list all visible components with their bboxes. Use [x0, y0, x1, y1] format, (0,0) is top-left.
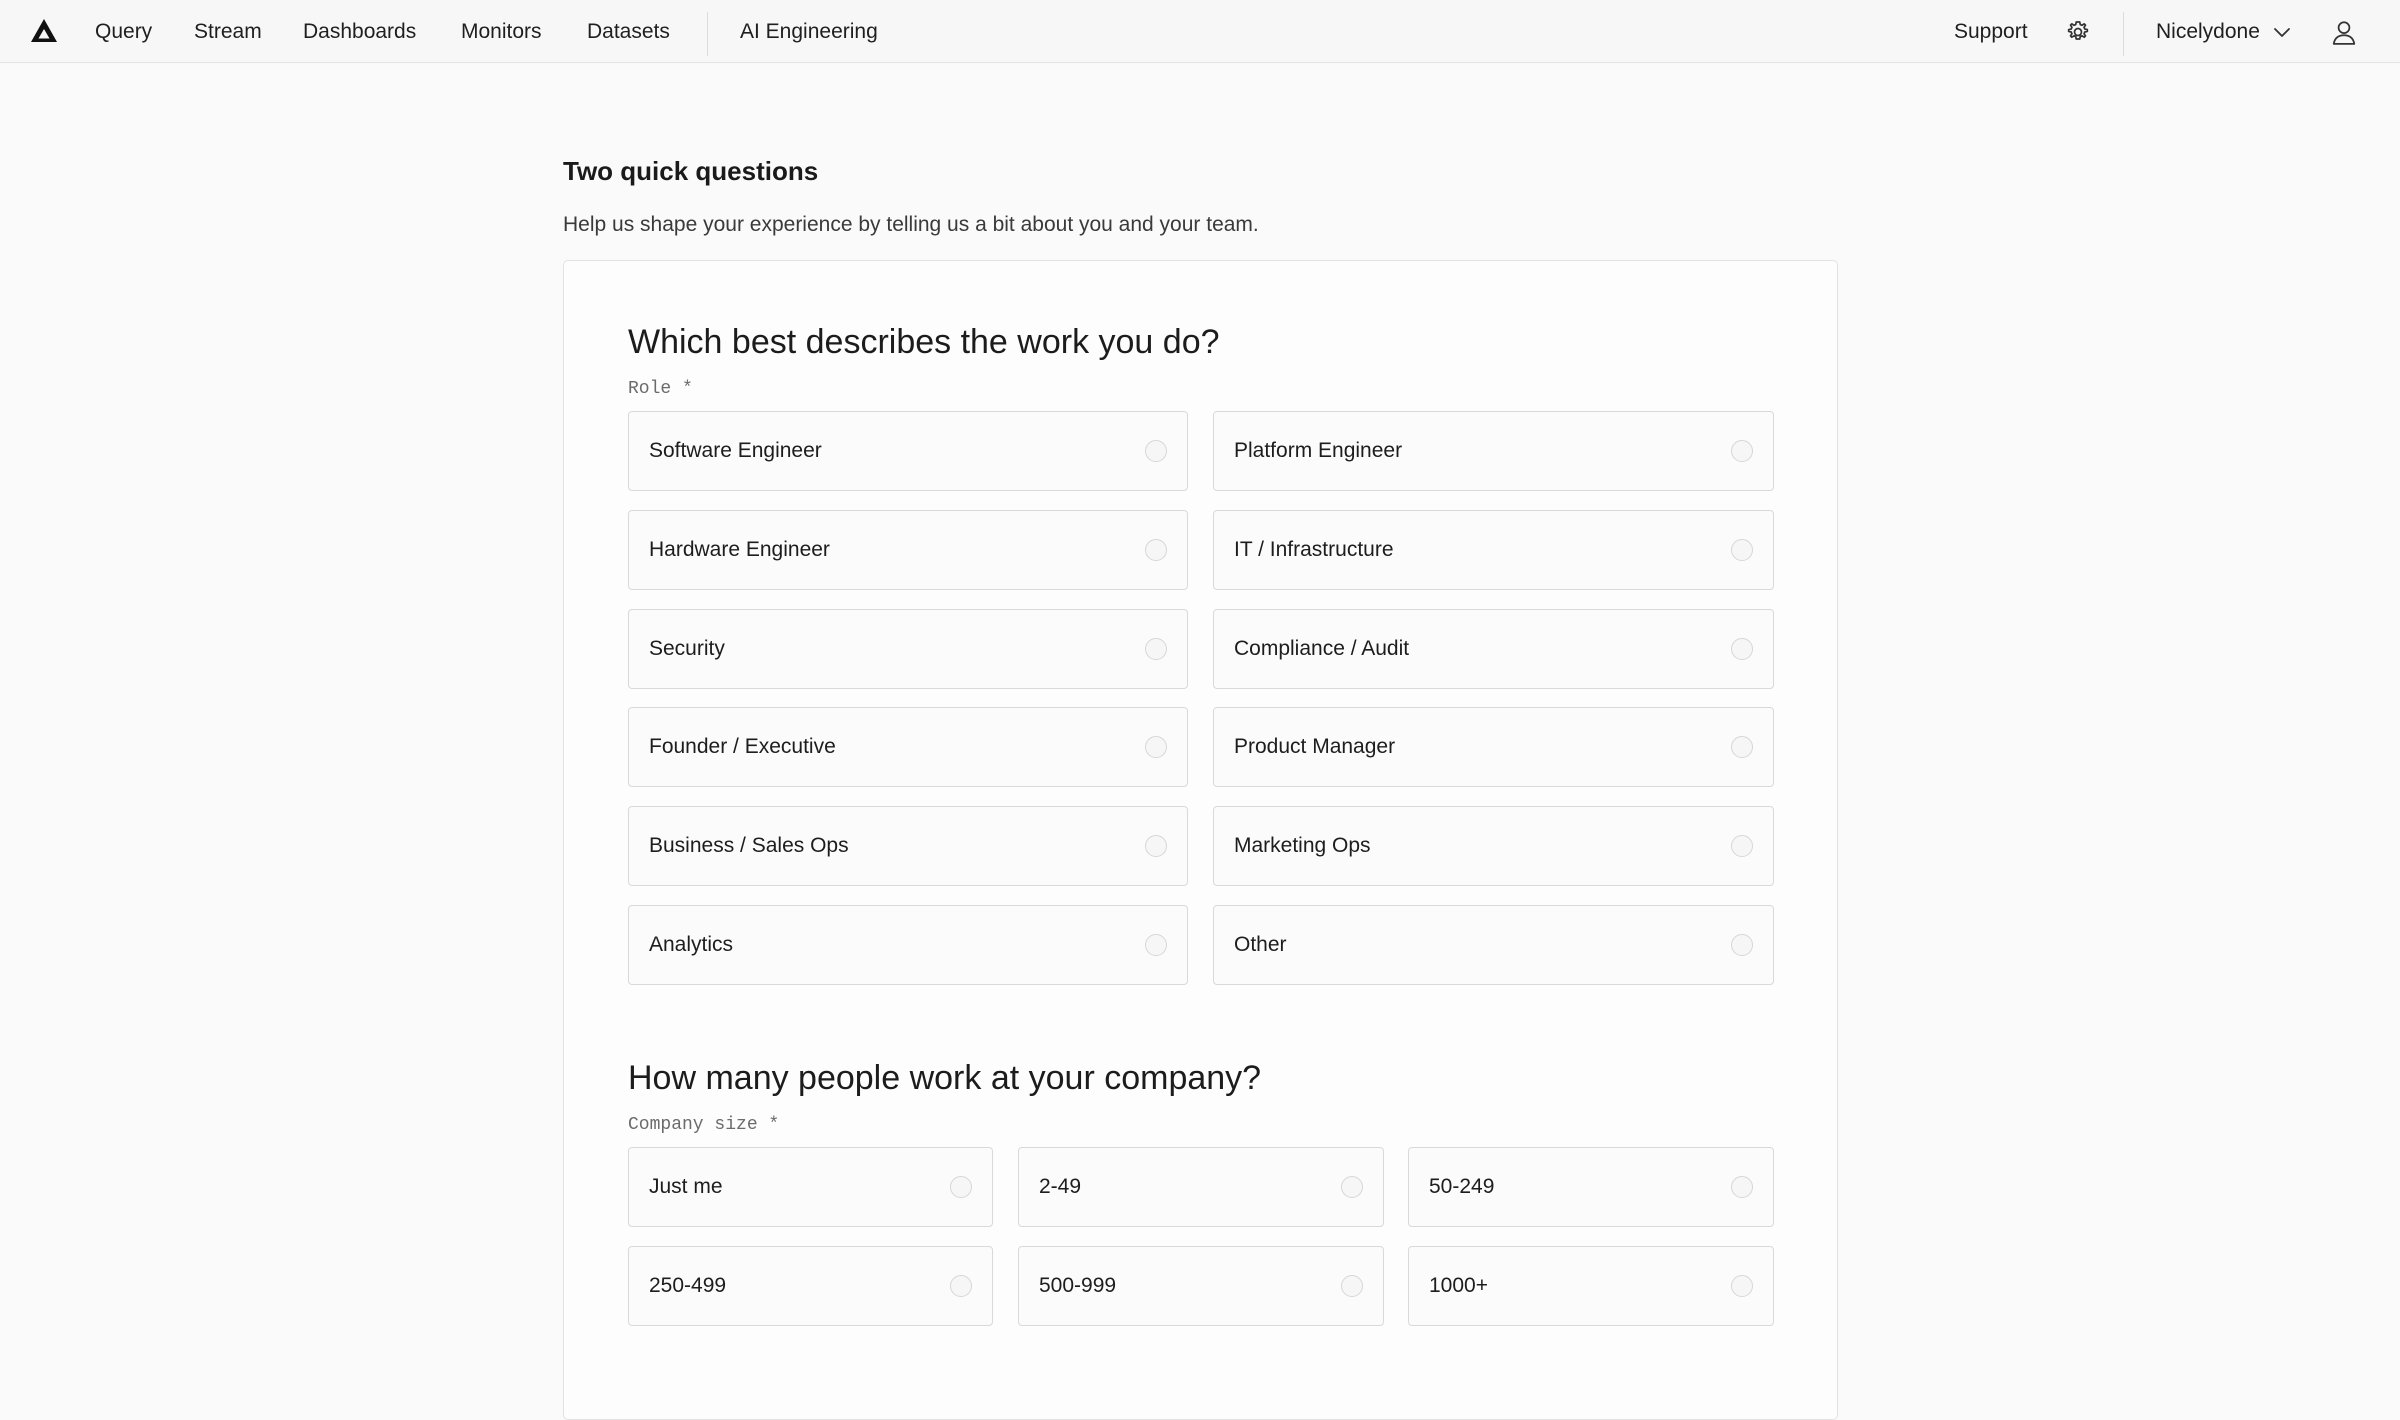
size-option-1000-plus[interactable]: 1000+ — [1408, 1246, 1774, 1326]
role-option-it-infrastructure[interactable]: IT / Infrastructure — [1213, 510, 1774, 590]
nav-query[interactable]: Query — [95, 0, 152, 63]
radio-button[interactable] — [1145, 736, 1167, 758]
logo-icon[interactable] — [30, 18, 58, 44]
option-label: Platform Engineer — [1234, 439, 1403, 462]
nav-ai-engineering[interactable]: AI Engineering — [740, 0, 878, 63]
radio-button[interactable] — [1731, 934, 1753, 956]
role-field-label: Role * — [628, 379, 693, 399]
company-size-field-label: Company size * — [628, 1115, 780, 1135]
role-option-compliance-audit[interactable]: Compliance / Audit — [1213, 609, 1774, 689]
option-label: 500-999 — [1039, 1274, 1117, 1297]
org-switcher[interactable]: Nicelydone — [2156, 0, 2260, 63]
nav-stream[interactable]: Stream — [194, 0, 262, 63]
nav-monitors[interactable]: Monitors — [461, 0, 542, 63]
radio-button[interactable] — [1145, 835, 1167, 857]
option-label: Founder / Executive — [649, 735, 836, 758]
radio-button[interactable] — [1731, 539, 1753, 561]
nav-divider — [707, 12, 708, 56]
page-title: Two quick questions — [563, 156, 819, 186]
option-label: 50-249 — [1429, 1175, 1495, 1198]
role-option-platform-engineer[interactable]: Platform Engineer — [1213, 411, 1774, 491]
nav-datasets[interactable]: Datasets — [587, 0, 670, 63]
size-option-50-249[interactable]: 50-249 — [1408, 1147, 1774, 1227]
company-size-question-title: How many people work at your company? — [628, 1059, 1262, 1097]
role-option-marketing-ops[interactable]: Marketing Ops — [1213, 806, 1774, 886]
option-label: Security — [649, 637, 725, 660]
option-label: Hardware Engineer — [649, 538, 830, 561]
role-option-founder-executive[interactable]: Founder / Executive — [628, 707, 1188, 787]
option-label: IT / Infrastructure — [1234, 538, 1394, 561]
radio-button[interactable] — [1341, 1275, 1363, 1297]
onboarding-card: Which best describes the work you do? Ro… — [563, 260, 1838, 1420]
gear-icon[interactable] — [2065, 19, 2091, 45]
size-option-just-me[interactable]: Just me — [628, 1147, 993, 1227]
role-question-title: Which best describes the work you do? — [628, 323, 1220, 361]
nav-divider — [2123, 12, 2124, 56]
user-icon[interactable] — [2331, 19, 2357, 45]
role-option-security[interactable]: Security — [628, 609, 1188, 689]
radio-button[interactable] — [1731, 736, 1753, 758]
option-label: Other — [1234, 933, 1287, 956]
role-option-hardware-engineer[interactable]: Hardware Engineer — [628, 510, 1188, 590]
radio-button[interactable] — [1731, 1275, 1753, 1297]
size-option-250-499[interactable]: 250-499 — [628, 1246, 993, 1326]
role-option-software-engineer[interactable]: Software Engineer — [628, 411, 1188, 491]
radio-button[interactable] — [950, 1275, 972, 1297]
page-subtitle: Help us shape your experience by telling… — [563, 213, 1259, 236]
option-label: Analytics — [649, 933, 734, 956]
chevron-down-icon[interactable] — [2273, 24, 2291, 40]
option-label: Just me — [649, 1175, 723, 1198]
role-option-business-sales-ops[interactable]: Business / Sales Ops — [628, 806, 1188, 886]
radio-button[interactable] — [950, 1176, 972, 1198]
option-label: Business / Sales Ops — [649, 834, 849, 857]
radio-button[interactable] — [1341, 1176, 1363, 1198]
radio-button[interactable] — [1145, 440, 1167, 462]
option-label: Marketing Ops — [1234, 834, 1371, 857]
role-option-other[interactable]: Other — [1213, 905, 1774, 985]
option-label: Product Manager — [1234, 735, 1396, 758]
option-label: 250-499 — [649, 1274, 727, 1297]
radio-button[interactable] — [1731, 440, 1753, 462]
size-option-500-999[interactable]: 500-999 — [1018, 1246, 1384, 1326]
radio-button[interactable] — [1145, 539, 1167, 561]
radio-button[interactable] — [1145, 638, 1167, 660]
option-label: Software Engineer — [649, 439, 822, 462]
top-navigation: Query Stream Dashboards Monitors Dataset… — [0, 0, 2400, 63]
option-label: Compliance / Audit — [1234, 637, 1410, 660]
option-label: 2-49 — [1039, 1175, 1082, 1198]
radio-button[interactable] — [1145, 934, 1167, 956]
radio-button[interactable] — [1731, 1176, 1753, 1198]
support-link[interactable]: Support — [1954, 0, 2028, 63]
option-label: 1000+ — [1429, 1274, 1488, 1297]
radio-button[interactable] — [1731, 638, 1753, 660]
size-option-2-49[interactable]: 2-49 — [1018, 1147, 1384, 1227]
role-option-product-manager[interactable]: Product Manager — [1213, 707, 1774, 787]
radio-button[interactable] — [1731, 835, 1753, 857]
nav-dashboards[interactable]: Dashboards — [303, 0, 416, 63]
role-option-analytics[interactable]: Analytics — [628, 905, 1188, 985]
